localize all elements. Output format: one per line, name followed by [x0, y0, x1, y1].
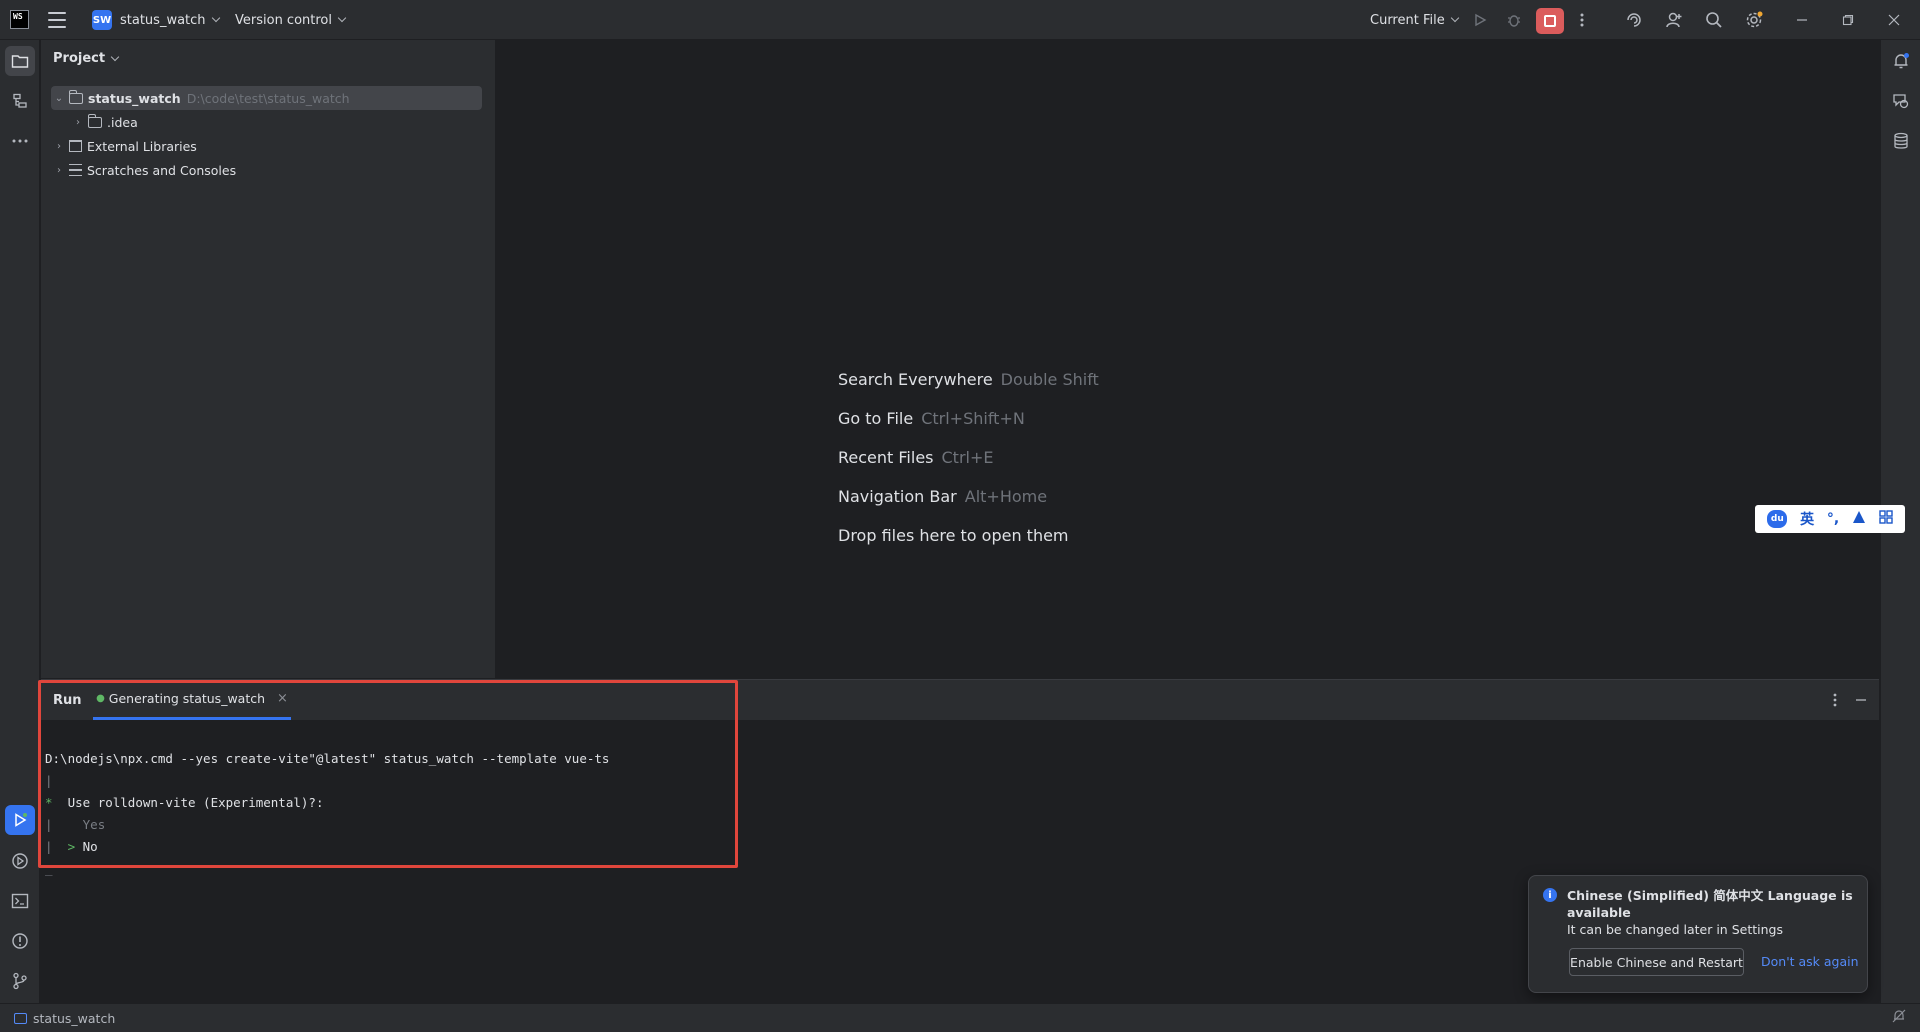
restore-icon[interactable]: [1836, 8, 1860, 32]
editor-area[interactable]: Search Everywhere Double Shift Go to File…: [497, 40, 1879, 678]
tree-item-path: D:\code\test\status_watch: [186, 90, 350, 106]
ai-chat-icon[interactable]: [1886, 86, 1916, 116]
collapse-arrow-icon[interactable]: ›: [51, 141, 67, 152]
more-tools-icon[interactable]: [5, 126, 35, 156]
debug-icon[interactable]: [1502, 8, 1526, 32]
hint-label: Go to File: [838, 409, 914, 428]
terminal-icon[interactable]: [5, 886, 35, 916]
notification-title: Chinese (Simplified) 简体中文 Language is av…: [1567, 888, 1853, 920]
project-panel-title: Project: [53, 51, 106, 66]
webstorm-logo-icon[interactable]: WS: [10, 10, 29, 29]
status-notifications-icon[interactable]: [1892, 1009, 1906, 1027]
project-name: status_watch: [120, 12, 206, 28]
ai-assistant-icon[interactable]: [1622, 8, 1646, 32]
stop-button[interactable]: [1536, 8, 1564, 34]
tree-item-scratches[interactable]: › Scratches and Consoles: [51, 158, 236, 182]
ime-toolbar[interactable]: du 英 °,: [1755, 505, 1905, 533]
folder-icon: [88, 113, 102, 128]
hint-go-to-file: Go to File Ctrl+Shift+N: [838, 409, 1025, 428]
structure-icon[interactable]: [5, 86, 35, 116]
run-config-selector[interactable]: Current File: [1370, 0, 1459, 40]
chevron-down-icon: [110, 52, 120, 61]
project-badge: SW: [92, 10, 112, 30]
collapse-arrow-icon[interactable]: ›: [51, 165, 67, 176]
module-icon: [14, 1012, 27, 1024]
status-bar: status_watch: [0, 1003, 1920, 1032]
notification-body: It can be changed later in Settings: [1567, 922, 1783, 937]
hint-label: Recent Files: [838, 448, 934, 467]
chevron-down-icon: [337, 13, 347, 23]
tree-item-label: .idea: [107, 114, 138, 130]
add-user-icon[interactable]: [1662, 8, 1686, 32]
minimize-icon[interactable]: [1790, 8, 1814, 32]
tree-item-external-libraries[interactable]: › External Libraries: [51, 134, 197, 158]
enable-chinese-button[interactable]: Enable Chinese and Restart: [1569, 948, 1744, 976]
tree-item-label: status_watch: [88, 90, 181, 106]
search-icon[interactable]: [1702, 8, 1726, 32]
problems-icon[interactable]: [5, 926, 35, 956]
vcs-label: Version control: [235, 12, 332, 28]
ime-punctuation-toggle[interactable]: °,: [1827, 511, 1839, 527]
stop-icon: [1544, 15, 1556, 27]
ime-grid-icon[interactable]: [1878, 510, 1893, 528]
close-icon[interactable]: [1882, 8, 1906, 32]
run-options-icon[interactable]: [1823, 688, 1847, 712]
project-switcher[interactable]: SW status_watch: [92, 0, 220, 40]
hint-drop-files: Drop files here to open them: [838, 526, 1069, 545]
chevron-down-icon: [1450, 13, 1459, 23]
run-icon[interactable]: [1468, 8, 1492, 32]
tree-item-label: External Libraries: [87, 138, 197, 154]
left-tool-strip: [0, 40, 40, 1003]
hint-navigation-bar: Navigation Bar Alt+Home: [838, 487, 1047, 506]
expand-arrow-icon[interactable]: ⌄: [51, 93, 67, 104]
dont-ask-again-link[interactable]: Don't ask again: [1761, 954, 1859, 969]
hamburger-icon[interactable]: [48, 12, 66, 28]
services-icon[interactable]: [5, 846, 35, 876]
tree-item-label: Scratches and Consoles: [87, 162, 237, 178]
hint-label: Navigation Bar: [838, 487, 957, 506]
project-folder-icon[interactable]: [5, 46, 35, 76]
settings-icon[interactable]: [1742, 8, 1766, 32]
project-panel-header[interactable]: Project: [53, 51, 120, 66]
status-project-name: status_watch: [33, 1010, 116, 1026]
hint-shortcut: Double Shift: [1000, 370, 1099, 389]
hint-shortcut: Ctrl+E: [941, 448, 994, 467]
hint-shortcut: Alt+Home: [964, 487, 1048, 506]
chevron-down-icon: [211, 13, 220, 23]
highlight-annotation: [38, 680, 738, 868]
git-icon[interactable]: [5, 966, 35, 996]
hint-label: Drop files here to open them: [838, 526, 1069, 545]
more-icon[interactable]: [1570, 8, 1594, 32]
hint-shortcut: Ctrl+Shift+N: [921, 409, 1025, 428]
title-bar: WS SW status_watch Version control Curre…: [0, 0, 1920, 40]
language-notification: i Chinese (Simplified) 简体中文 Language is …: [1528, 875, 1868, 993]
ime-skin-icon[interactable]: [1852, 510, 1866, 528]
library-icon: [69, 140, 82, 152]
project-panel: Project ⌄ status_watch D:\code\test\stat…: [41, 40, 496, 678]
hint-search-everywhere: Search Everywhere Double Shift: [838, 370, 1099, 389]
tree-item-idea[interactable]: › .idea: [70, 110, 138, 134]
database-icon[interactable]: [1886, 126, 1916, 156]
hint-recent-files: Recent Files Ctrl+E: [838, 448, 993, 467]
hide-panel-icon[interactable]: [1849, 688, 1873, 712]
ime-logo-icon[interactable]: du: [1767, 510, 1788, 528]
ime-language-toggle[interactable]: 英: [1800, 509, 1814, 529]
folder-icon: [69, 89, 83, 104]
scratches-icon: [69, 164, 82, 176]
notifications-icon[interactable]: [1886, 46, 1916, 76]
run-config-label: Current File: [1370, 12, 1445, 28]
tree-item-root[interactable]: ⌄ status_watch D:\code\test\status_watch: [51, 86, 482, 110]
status-project-breadcrumb[interactable]: status_watch: [14, 1011, 115, 1026]
hint-label: Search Everywhere: [838, 370, 993, 389]
vcs-menu[interactable]: Version control: [235, 0, 347, 40]
collapse-arrow-icon[interactable]: ›: [70, 117, 86, 128]
info-icon: i: [1543, 888, 1557, 902]
run-tool-icon[interactable]: [5, 805, 35, 835]
